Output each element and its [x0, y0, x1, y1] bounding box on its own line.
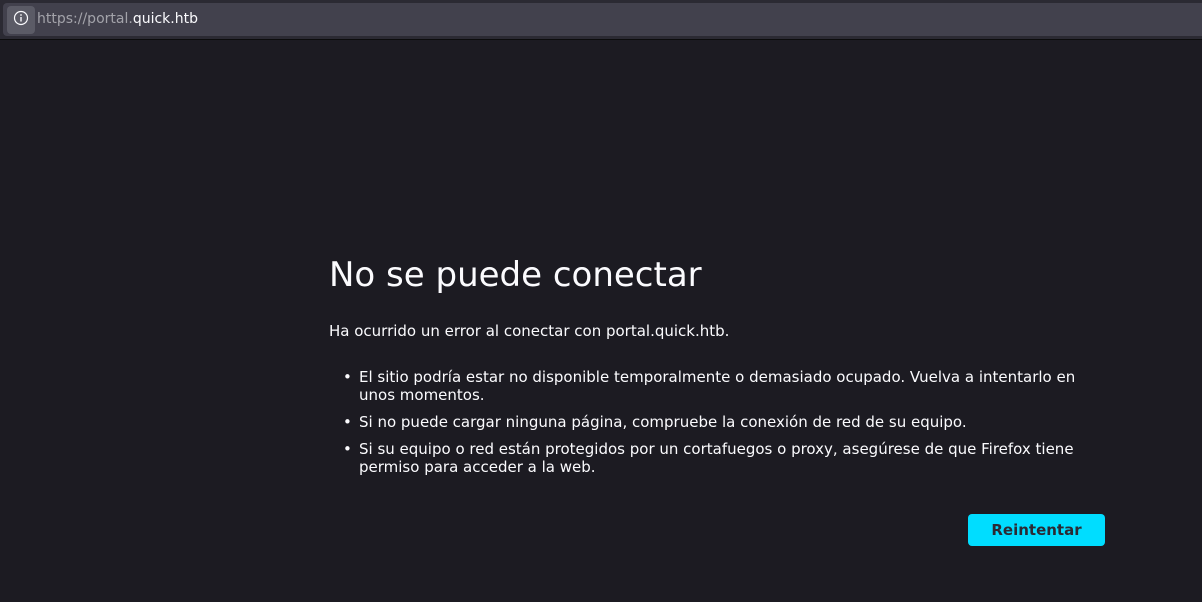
url-text[interactable]: https://portal.quick.htb [37, 11, 198, 28]
retry-button[interactable]: Reintentar [968, 514, 1105, 546]
error-description: Ha ocurrido un error al conectar con por… [329, 322, 730, 340]
error-title: No se puede conectar [329, 255, 702, 295]
error-tip: Si no puede cargar ninguna página, compr… [343, 413, 1105, 431]
error-tip: Si su equipo o red están protegidos por … [343, 440, 1105, 476]
url-host: quick.htb [132, 11, 198, 27]
info-icon [13, 10, 29, 30]
site-identity-button[interactable] [7, 6, 35, 34]
error-tip: El sitio podría estar no disponible temp… [343, 368, 1105, 404]
url-prefix: https://portal. [37, 11, 133, 27]
error-page-container: No se puede conectar Ha ocurrido un erro… [329, 250, 1105, 485]
navigation-toolbar: https://portal.quick.htb [0, 0, 1202, 40]
url-bar[interactable]: https://portal.quick.htb [3, 3, 1202, 36]
error-tips-list: El sitio podría estar no disponible temp… [329, 368, 1105, 476]
